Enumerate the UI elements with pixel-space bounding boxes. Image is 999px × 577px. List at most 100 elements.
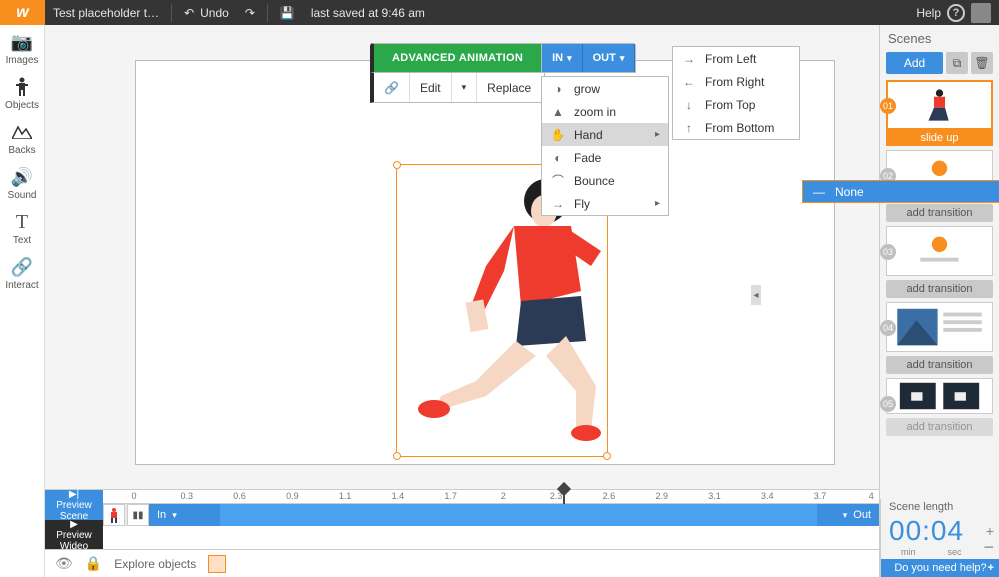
- plus-icon: +: [988, 562, 994, 574]
- preview-scene-button[interactable]: ▶|Preview Scene: [45, 490, 103, 520]
- add-transition-button[interactable]: add transition: [886, 204, 993, 222]
- scenes-header: Scenes: [880, 25, 999, 52]
- menu-item-from-bottom[interactable]: ↑From Bottom: [673, 116, 799, 139]
- scenes-panel: Scenes Add ⧉ 🗑 01 slide up 02 add transi…: [879, 25, 999, 577]
- copy-icon: ⧉: [953, 56, 962, 71]
- delete-scene-button[interactable]: 🗑: [971, 52, 993, 74]
- duplicate-scene-button[interactable]: ⧉: [946, 52, 968, 74]
- lock-icon[interactable]: 🔒: [85, 555, 102, 572]
- caret-down-icon: ▾: [843, 510, 848, 521]
- play-icon: ▶: [70, 519, 78, 530]
- tool-text[interactable]: TText: [0, 205, 44, 250]
- fade-icon: ◐: [550, 151, 566, 165]
- app-logo[interactable]: w: [0, 0, 45, 25]
- trash-icon: 🗑: [974, 56, 989, 70]
- caret-down-icon: ▾: [172, 510, 177, 521]
- left-toolbar: 📷Images Objects Backs 🔊Sound TText 🔗Inte…: [0, 25, 45, 577]
- link-icon: 🔗: [11, 256, 33, 278]
- add-transition-button[interactable]: add transition: [886, 356, 993, 374]
- arrow-right-icon: →: [681, 52, 697, 66]
- track-object-icon[interactable]: [103, 504, 125, 526]
- resize-handle-tl[interactable]: [393, 161, 401, 169]
- sound-icon: 🔊: [11, 166, 33, 188]
- fly-icon: →: [550, 197, 566, 211]
- add-transition-button[interactable]: add transition: [886, 418, 993, 436]
- bottom-bar: 👁 🔒 Explore objects: [45, 549, 879, 577]
- play-icon: ▶|: [69, 489, 79, 500]
- save-icon: 💾: [280, 6, 295, 20]
- caret-down-icon: ▾: [620, 53, 625, 64]
- tool-backs[interactable]: Backs: [0, 115, 44, 160]
- tool-sound[interactable]: 🔊Sound: [0, 160, 44, 205]
- tool-objects[interactable]: Objects: [0, 70, 44, 115]
- scene-3[interactable]: 03: [886, 226, 993, 276]
- menu-item-fade[interactable]: ◐Fade: [542, 146, 668, 169]
- tool-interact[interactable]: 🔗Interact: [0, 250, 44, 295]
- menu-item-fly[interactable]: →Fly▸: [542, 192, 668, 215]
- scene-thumbnail[interactable]: [886, 302, 993, 352]
- arrow-left-icon: ←: [681, 75, 697, 89]
- project-title[interactable]: Test placeholder t…: [45, 0, 167, 25]
- out-segment[interactable]: ▾Out: [817, 504, 879, 526]
- edit-more-button[interactable]: ▾: [452, 73, 478, 102]
- out-animation-tab[interactable]: OUT▾: [583, 44, 636, 72]
- scene-4[interactable]: 04: [886, 302, 993, 352]
- undo-button[interactable]: ↶Undo: [176, 0, 237, 25]
- top-bar: w Test placeholder t… ↶Undo ↷ 💾 last sav…: [0, 0, 999, 25]
- undo-icon: ↶: [184, 6, 194, 20]
- timeline-track[interactable]: ▮▮ In▾ ▾Out: [103, 504, 879, 526]
- menu-item-bounce[interactable]: ⌒Bounce: [542, 169, 668, 192]
- last-saved-label: last saved at 9:46 am: [303, 0, 433, 25]
- arrow-up-icon: ↑: [681, 121, 697, 135]
- add-transition-button[interactable]: add transition: [886, 280, 993, 298]
- edit-button[interactable]: Edit: [410, 73, 452, 102]
- add-scene-button[interactable]: Add: [886, 52, 943, 74]
- collapse-right-panel[interactable]: ◂: [751, 285, 761, 305]
- redo-button[interactable]: ↷: [237, 0, 263, 25]
- menu-item-from-left[interactable]: →From Left: [673, 47, 799, 70]
- in-animation-menu: ◑grow ▲zoom in ✋Hand▸ ◐Fade ⌒Bounce →Fly…: [541, 76, 669, 216]
- user-avatar[interactable]: [971, 3, 991, 23]
- resize-handle-bl[interactable]: [393, 452, 401, 460]
- visibility-icon[interactable]: 👁: [55, 555, 73, 572]
- scene-thumbnail[interactable]: [886, 226, 993, 276]
- mountains-icon: [11, 121, 33, 143]
- caret-down-icon: ▾: [462, 82, 467, 93]
- scene-5[interactable]: 05: [886, 378, 993, 414]
- menu-item-none[interactable]: —None: [802, 180, 999, 203]
- help-label[interactable]: Help: [916, 6, 941, 20]
- timeline-ruler[interactable]: 0 0.3 0.6 0.9 1.1 1.4 1.7 2 2.3 2.6 2.9 …: [103, 490, 879, 504]
- menu-item-grow[interactable]: ◑grow: [542, 77, 668, 100]
- preview-wideo-button[interactable]: ▶Preview Wideo: [45, 520, 103, 550]
- arrow-down-icon: ↓: [681, 98, 697, 112]
- save-button[interactable]: 💾: [272, 0, 303, 25]
- grow-icon: ◑: [550, 82, 566, 96]
- tool-images[interactable]: 📷Images: [0, 25, 44, 70]
- timeline: ▶|Preview Scene ▶Preview Wideo 0 0.3 0.6…: [45, 489, 879, 549]
- main-segment[interactable]: [220, 504, 817, 526]
- menu-item-zoom-in[interactable]: ▲zoom in: [542, 100, 668, 123]
- selected-object-badge[interactable]: [208, 555, 226, 573]
- replace-button[interactable]: Replace: [477, 73, 541, 102]
- advanced-animation-button[interactable]: ADVANCED ANIMATION: [374, 44, 542, 72]
- menu-item-from-right[interactable]: ←From Right: [673, 70, 799, 93]
- explore-objects-label[interactable]: Explore objects: [114, 557, 196, 571]
- object-link-button[interactable]: 🔗: [374, 73, 410, 102]
- track-pause-icon[interactable]: ▮▮: [127, 504, 149, 526]
- help-prompt[interactable]: Do you need help?+: [881, 559, 999, 577]
- help-icon[interactable]: ?: [947, 4, 965, 22]
- decrease-length-button[interactable]: −: [983, 543, 994, 551]
- scene-transition-label[interactable]: slide up: [886, 130, 993, 146]
- scene-1[interactable]: 01 slide up: [886, 80, 993, 146]
- in-segment[interactable]: In▾: [149, 504, 220, 526]
- in-animation-tab[interactable]: IN▾: [542, 44, 583, 72]
- caret-down-icon: ▾: [567, 53, 572, 64]
- scene-thumbnail[interactable]: [886, 80, 993, 130]
- fly-submenu: →From Left ←From Right ↓From Top ↑From B…: [672, 46, 800, 140]
- menu-item-from-top[interactable]: ↓From Top: [673, 93, 799, 116]
- person-icon: [11, 76, 33, 98]
- hand-icon: ✋: [550, 128, 566, 142]
- zoom-icon: ▲: [550, 105, 566, 119]
- scene-thumbnail[interactable]: [886, 378, 993, 414]
- menu-item-hand[interactable]: ✋Hand▸: [542, 123, 668, 146]
